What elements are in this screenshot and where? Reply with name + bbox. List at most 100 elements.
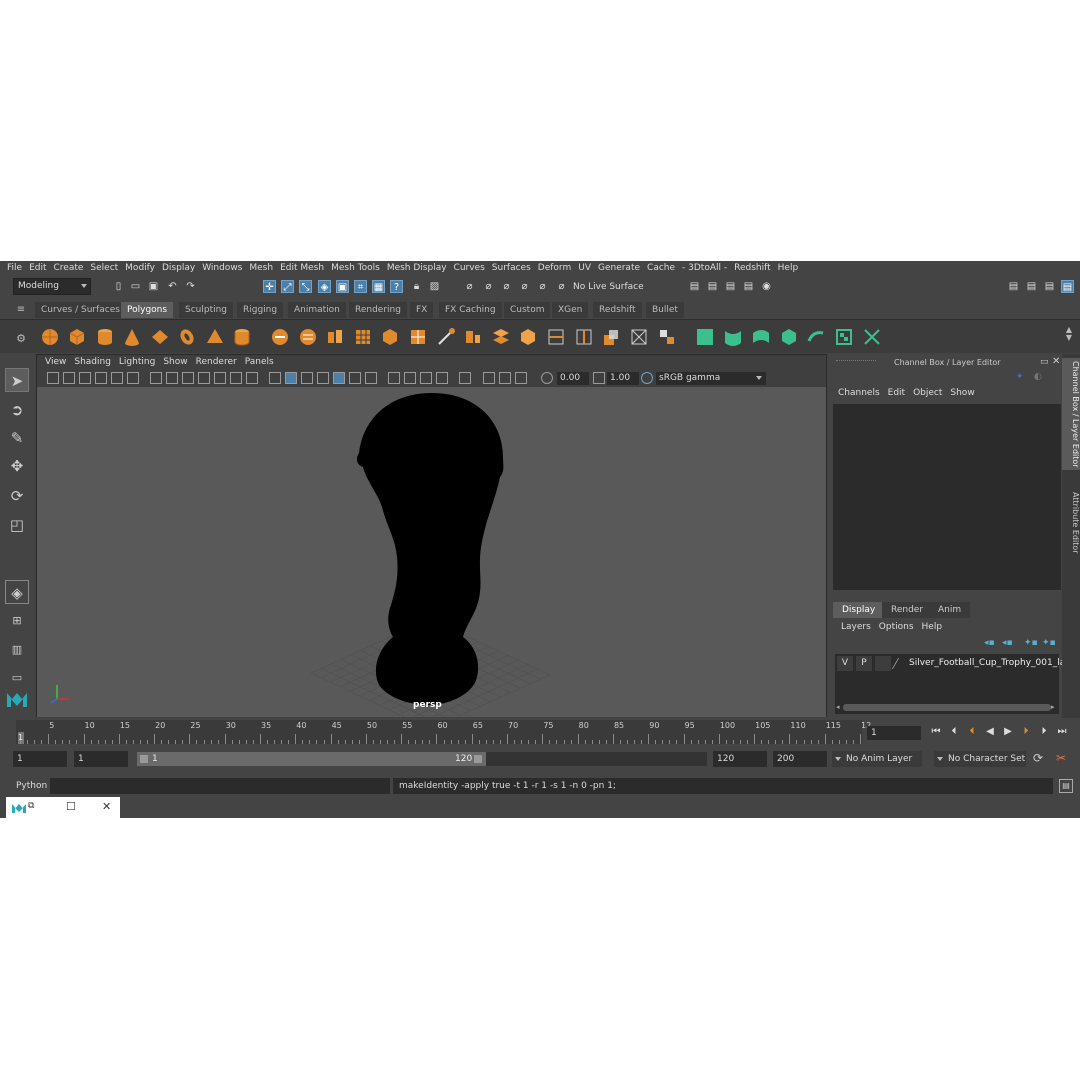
menu-deform[interactable]: Deform — [538, 261, 571, 276]
checker-map-icon[interactable] — [834, 327, 854, 347]
multi-cut-icon[interactable] — [546, 327, 566, 347]
select-tool-icon[interactable]: ➤ — [5, 368, 29, 392]
extrude-icon[interactable] — [436, 327, 456, 347]
bridge-icon[interactable] — [463, 327, 483, 347]
shelf-menu-icon[interactable]: ≡ — [14, 303, 28, 317]
separate-icon[interactable] — [298, 327, 318, 347]
layer-menu-options[interactable]: Options — [879, 620, 914, 634]
viewport-menu-show[interactable]: Show — [163, 355, 187, 370]
viewport-menu-renderer[interactable]: Renderer — [196, 355, 237, 370]
shelf-tab-curves-surfaces[interactable]: Curves / Surfaces — [35, 302, 126, 318]
step-back-key-icon[interactable]: ⏴ — [966, 726, 978, 738]
character-set-select[interactable]: No Character Set — [934, 751, 1026, 767]
script-editor-icon[interactable]: ▤ — [1059, 779, 1073, 793]
select-curves-icon[interactable]: ⌗ — [354, 280, 367, 293]
tab-render[interactable]: Render — [882, 602, 933, 618]
layer-display-type-toggle[interactable] — [875, 656, 891, 671]
smooth-icon[interactable] — [353, 327, 373, 347]
uv-editor-icon[interactable] — [695, 327, 715, 347]
playback-start-field[interactable]: 1 — [74, 751, 128, 767]
menu-edit[interactable]: Edit — [29, 261, 46, 276]
menu-file[interactable]: File — [7, 261, 22, 276]
safe-title-icon[interactable] — [246, 372, 258, 384]
multisample-anti-aliasing-icon[interactable] — [420, 372, 432, 384]
connect-icon[interactable] — [657, 327, 677, 347]
snap-live-icon[interactable]: ⌀ — [536, 280, 549, 293]
field-chart-icon[interactable] — [214, 372, 226, 384]
viewport-menu-view[interactable]: View — [45, 355, 66, 370]
grid-toggle-icon[interactable] — [150, 372, 162, 384]
x-ray-active-components-icon[interactable] — [499, 372, 511, 384]
rotate-tool-icon[interactable]: ⟳ — [5, 484, 29, 508]
close-window-icon[interactable]: ✕ — [102, 800, 111, 813]
poly-cylinder-icon[interactable] — [95, 327, 115, 347]
range-end-handle[interactable] — [474, 755, 482, 763]
menu-redshift[interactable]: Redshift — [734, 261, 771, 276]
open-scene-icon[interactable]: ▭ — [129, 280, 142, 293]
channel-box-area[interactable] — [833, 404, 1061, 590]
toggle-channel-box-icon[interactable]: ▤ — [1061, 280, 1074, 293]
select-by-component-icon[interactable]: ⤡ — [299, 280, 312, 293]
depth-of-field-icon[interactable] — [436, 372, 448, 384]
layout-single-pane-icon[interactable]: ◈ — [5, 580, 29, 604]
hypershade-icon[interactable]: ◉ — [760, 280, 773, 293]
new-scene-icon[interactable]: ▯ — [112, 280, 125, 293]
range-bar[interactable]: 1 120 — [137, 752, 707, 766]
isolate-select-icon[interactable] — [459, 372, 471, 384]
scroll-right-icon[interactable]: ▸ — [1051, 703, 1055, 711]
gamma-icon[interactable] — [593, 372, 605, 384]
wireframe-icon[interactable] — [269, 372, 281, 384]
horizontal-scrollbar[interactable] — [843, 704, 1051, 711]
ipr-render-icon[interactable]: ▤ — [724, 280, 737, 293]
smooth-shade-icon[interactable] — [285, 372, 297, 384]
camera-attributes-icon[interactable] — [63, 372, 75, 384]
menu-cache[interactable]: Cache — [647, 261, 675, 276]
undo-icon[interactable]: ↶ — [166, 280, 179, 293]
menu-curves[interactable]: Curves — [454, 261, 485, 276]
maximize-icon[interactable]: ☐ — [66, 800, 76, 813]
menu-select[interactable]: Select — [90, 261, 118, 276]
view-transform-select[interactable]: sRGB gamma — [656, 372, 766, 385]
panel-grip[interactable] — [836, 360, 876, 364]
command-input[interactable] — [50, 778, 390, 794]
layer-menu-layers[interactable]: Layers — [841, 620, 871, 634]
safe-action-icon[interactable] — [230, 372, 242, 384]
target-weld-icon[interactable] — [629, 327, 649, 347]
shelf-tab-custom[interactable]: Custom — [504, 302, 551, 318]
channel-box-menu-channels[interactable]: Channels — [838, 386, 880, 400]
textured-icon[interactable] — [333, 372, 345, 384]
offset-edge-loop-icon[interactable] — [601, 327, 621, 347]
poly-cone-icon[interactable] — [122, 327, 142, 347]
motion-blur-icon[interactable] — [404, 372, 416, 384]
bookmark-icon[interactable] — [79, 372, 91, 384]
poly-plane-icon[interactable] — [150, 327, 170, 347]
unfold-icon[interactable] — [806, 327, 826, 347]
layer-color-swatch[interactable] — [891, 658, 909, 669]
shelf-settings-icon[interactable]: ⚙ — [14, 332, 28, 346]
move-layer-up-icon[interactable]: ◂▪ — [984, 638, 995, 648]
lasso-tool-icon[interactable]: ➲ — [5, 398, 29, 422]
step-back-frame-icon[interactable]: ⏴ — [948, 726, 960, 738]
exposure-field[interactable]: 0.00 — [557, 372, 589, 385]
uv-shell-icon[interactable] — [862, 327, 882, 347]
menu-modify[interactable]: Modify — [125, 261, 155, 276]
animation-start-field[interactable]: 1 — [13, 751, 67, 767]
planar-map-icon[interactable] — [723, 327, 743, 347]
menu-windows[interactable]: Windows — [202, 261, 242, 276]
side-tab-attribute-editor[interactable]: Attribute Editor — [1062, 488, 1080, 558]
insert-edge-loop-icon[interactable] — [574, 327, 594, 347]
playback-end-field[interactable]: 120 — [713, 751, 767, 767]
workspace-select[interactable]: Modeling — [13, 278, 91, 295]
layer-row[interactable]: V P Silver_Football_Cup_Trophy_001_laye — [835, 656, 1076, 671]
gate-mask-icon[interactable] — [198, 372, 210, 384]
extract-icon[interactable] — [325, 327, 345, 347]
play-forwards-icon[interactable]: ▶ — [1002, 726, 1014, 738]
select-joints-icon[interactable]: ▣ — [336, 280, 349, 293]
viewport-menu-panels[interactable]: Panels — [245, 355, 274, 370]
append-icon[interactable] — [491, 327, 511, 347]
film-gate-icon[interactable] — [166, 372, 178, 384]
layout-outliner-icon[interactable]: ▭ — [5, 666, 29, 690]
shelf-tab-redshift[interactable]: Redshift — [593, 302, 642, 318]
layer-visibility-toggle[interactable]: V — [837, 656, 853, 671]
save-scene-icon[interactable]: ▣ — [147, 280, 160, 293]
